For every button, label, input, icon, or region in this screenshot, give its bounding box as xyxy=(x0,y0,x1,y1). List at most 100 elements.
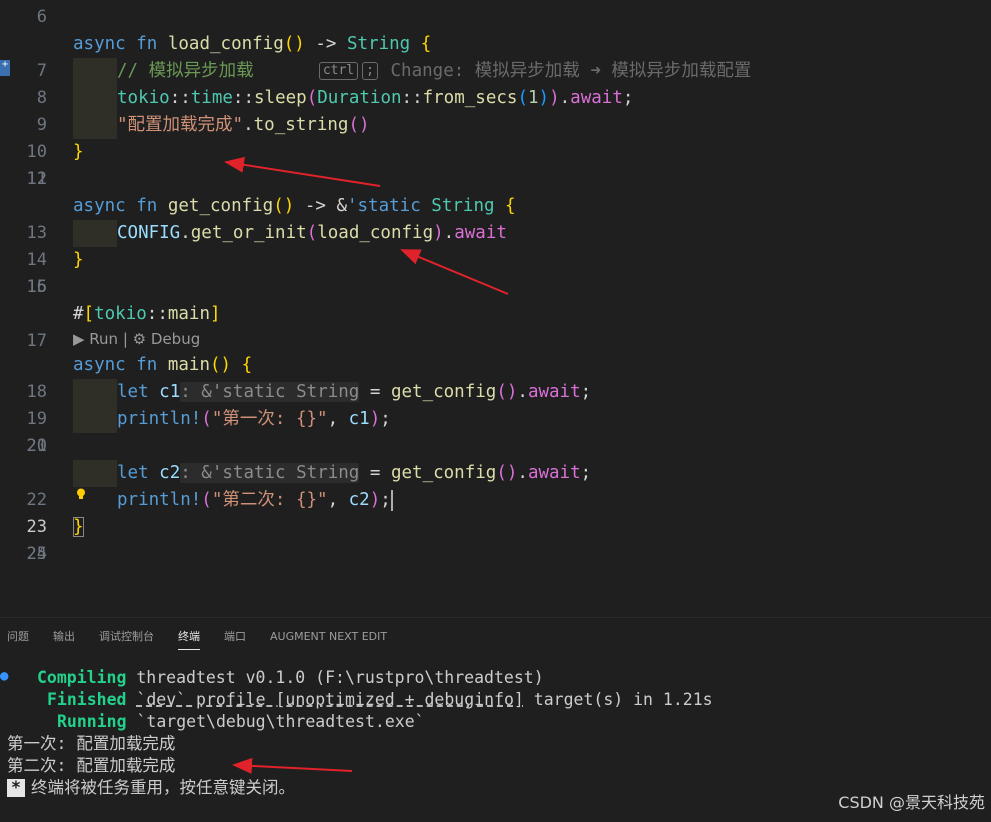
tab-debug-console[interactable]: 调试控制台 xyxy=(99,629,154,649)
code-line-22[interactable]: 22 let c2: &'static String = get_config(… xyxy=(0,460,991,510)
shortcut-key: ; xyxy=(362,62,378,80)
cargo-status: Compiling xyxy=(37,668,127,687)
code-line-10[interactable]: 10 "配置加载完成".to_string() xyxy=(0,112,991,162)
string-literal: "第一次: {}" xyxy=(211,409,328,429)
tab-ports[interactable]: 端口 xyxy=(224,629,246,649)
code-line-12[interactable]: 12 xyxy=(0,166,991,193)
function-name: load_config xyxy=(167,34,284,54)
path-separator: :: xyxy=(169,88,191,108)
keyword: let xyxy=(117,463,149,483)
paren: ) xyxy=(549,88,560,108)
keyword: fn xyxy=(136,355,158,375)
terminal-line: 第一次: 配置加载完成 xyxy=(7,734,176,753)
codelens-separator: | xyxy=(118,330,133,348)
operator: -> & xyxy=(294,196,347,216)
task-marker: * xyxy=(7,779,25,797)
tab-output[interactable]: 输出 xyxy=(53,629,75,649)
paren: () xyxy=(283,34,305,54)
paren: () xyxy=(210,355,232,375)
cargo-status: Running xyxy=(57,712,127,731)
function-name: get_config xyxy=(390,463,497,483)
code-line-11[interactable]: 11 } xyxy=(0,139,991,189)
tab-augment-next-edit[interactable]: AUGMENT NEXT EDIT xyxy=(270,629,387,649)
brace: } xyxy=(73,517,84,537)
paren: ) xyxy=(538,88,550,108)
keyword: await xyxy=(454,223,507,243)
paren: ) xyxy=(369,490,381,510)
attribute-name: main xyxy=(167,304,211,324)
code-line-17[interactable]: 17 #[tokio::main] xyxy=(0,301,991,351)
indent-guide xyxy=(73,112,117,139)
function-name: sleep xyxy=(254,88,307,108)
variable-name: c1 xyxy=(159,382,181,402)
function-name: get_config xyxy=(167,196,274,216)
code-line-19[interactable]: 19 let c1: &'static String = get_config(… xyxy=(0,379,991,429)
semicolon: ; xyxy=(622,88,634,108)
line-number: 6 xyxy=(36,7,47,27)
code-line-9[interactable]: 9 tokio::time::sleep(Duration::from_secs… xyxy=(0,85,991,135)
variable-name: c2 xyxy=(159,463,181,483)
indent-guide xyxy=(73,58,117,85)
terminal-line: * 终端将被任务重用，按任意键关闭。 xyxy=(7,777,295,799)
code-editor[interactable]: + 6 7 async fn load_config() -> String {… xyxy=(0,0,991,617)
terminal-text: `target\debug\threadtest.exe` xyxy=(126,712,425,731)
code-line-21[interactable]: 21 xyxy=(0,433,991,460)
macro-name: println! xyxy=(117,409,202,429)
line-number: 17 xyxy=(26,331,47,351)
comment: // 模拟异步加载 xyxy=(117,61,254,81)
keyword: async xyxy=(73,196,126,216)
function-name: from_secs xyxy=(422,88,518,108)
attribute-hash: # xyxy=(73,304,84,324)
function-name: get_config xyxy=(390,382,497,402)
paren: ) xyxy=(369,409,381,429)
code-line-15[interactable]: 15 } xyxy=(0,247,991,297)
paren: ( xyxy=(201,409,212,429)
operator: -> xyxy=(304,34,347,54)
code-line-13[interactable]: 13 async fn get_config() -> &'static Str… xyxy=(0,193,991,243)
code-line-20[interactable]: 20 println!("第一次: {}", c1); xyxy=(0,406,991,456)
operator: . xyxy=(443,223,455,243)
code-line-7[interactable]: 7 async fn load_config() -> String { xyxy=(0,31,991,81)
keyword: fn xyxy=(136,196,158,216)
next-edit-suggestion[interactable]: Change: 模拟异步加载 ➜ 模拟异步加载配置 xyxy=(391,61,752,81)
paren: () xyxy=(348,115,370,135)
debug-codelens[interactable]: ⚙ Debug xyxy=(133,330,201,348)
watermark: CSDN @景天科技苑 xyxy=(838,793,985,812)
function-name: load_config xyxy=(317,223,434,243)
semicolon: ; xyxy=(380,409,391,429)
code-line-6[interactable]: 6 xyxy=(0,4,991,31)
keyword: await xyxy=(527,382,581,402)
line-number: 25 xyxy=(26,544,47,564)
run-codelens[interactable]: ▶ Run xyxy=(73,330,118,348)
code-line-14[interactable]: 14 CONFIG.get_or_init(load_config).await xyxy=(0,220,991,270)
path-separator: :: xyxy=(146,304,168,324)
type-name: String xyxy=(431,196,495,216)
code-line-25[interactable]: 25 xyxy=(0,541,991,568)
type-inlay-hint: : &'static String xyxy=(180,463,360,483)
line-number: 12 xyxy=(26,169,47,189)
module-name: tokio xyxy=(117,88,170,108)
code-line-18[interactable]: 18 async fn main() { xyxy=(0,352,991,402)
tab-problems[interactable]: 问题 xyxy=(7,629,29,649)
tab-terminal[interactable]: 终端 xyxy=(178,629,200,650)
type-name: String xyxy=(347,34,411,54)
code-line-23[interactable]: 23 println!("第二次: {}", c2); xyxy=(0,487,991,537)
comma: , xyxy=(327,409,349,429)
function-name: get_or_init xyxy=(190,223,307,243)
terminal-text: target(s) in 1.21s xyxy=(523,690,713,709)
keyword: fn xyxy=(136,34,158,54)
lightbulb-icon[interactable] xyxy=(74,487,88,501)
line-number: 16 xyxy=(26,277,47,297)
terminal-text: `dev` profile [unoptimized + debuginfo] xyxy=(136,690,524,709)
code-line-16[interactable]: 16 xyxy=(0,274,991,301)
keyword: let xyxy=(117,382,149,402)
terminal-text: threadtest v0.1.0 (F:\rustpro\threadtest… xyxy=(126,668,544,687)
indent-guide xyxy=(73,406,117,433)
indent-guide xyxy=(73,460,117,487)
code-line-24[interactable]: 24 } xyxy=(0,514,991,564)
terminal-line: Running `target\debug\threadtest.exe` xyxy=(57,711,425,733)
cargo-status: Finished xyxy=(47,690,127,709)
code-line-8[interactable]: 8 // 模拟异步加载 ctrl; Change: 模拟异步加载 ➜ 模拟异步加… xyxy=(0,58,991,108)
function-name: to_string xyxy=(253,115,349,135)
